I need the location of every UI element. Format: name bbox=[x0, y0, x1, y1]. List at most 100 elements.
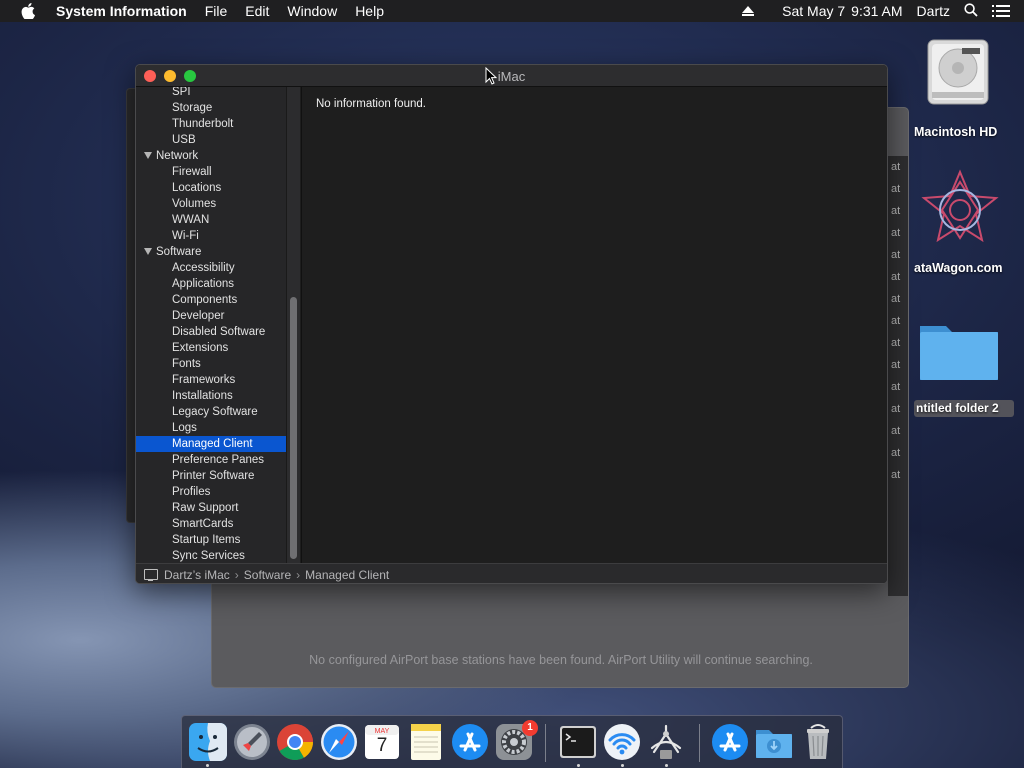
sidebar-item-installations[interactable]: Installations bbox=[136, 388, 286, 404]
notification-center-icon[interactable] bbox=[992, 5, 1010, 17]
spotlight-search-icon[interactable] bbox=[964, 2, 978, 20]
menu-user[interactable]: Dartz bbox=[917, 3, 950, 19]
sidebar-item-components[interactable]: Components bbox=[136, 292, 286, 308]
sidebar-item-smartcards[interactable]: SmartCards bbox=[136, 516, 286, 532]
sidebar-item-raw-support[interactable]: Raw Support bbox=[136, 500, 286, 516]
sidebar-item-applications[interactable]: Applications bbox=[136, 276, 286, 292]
sidebar[interactable]: SPI Storage Thunderbolt USB Network Firewall L… bbox=[136, 87, 286, 563]
disclosure-triangle-icon[interactable] bbox=[144, 152, 152, 159]
downloads-folder-icon[interactable] bbox=[754, 722, 794, 762]
desktop-label-macintosh-hd: Macintosh HD bbox=[914, 125, 998, 139]
sidebar-item-disabled-software[interactable]: Disabled Software bbox=[136, 324, 286, 340]
menu-help[interactable]: Help bbox=[355, 3, 384, 19]
sidebar-item-spi[interactable]: SPI bbox=[136, 87, 286, 100]
sidebar-item-fonts[interactable]: Fonts bbox=[136, 356, 286, 372]
sidebar-item-thunderbolt[interactable]: Thunderbolt bbox=[136, 116, 286, 132]
datawagon-logo-icon[interactable] bbox=[918, 168, 1002, 252]
sidebar-item-label: Profiles bbox=[172, 486, 211, 498]
sidebar-item-volumes[interactable]: Volumes bbox=[136, 196, 286, 212]
sidebar-item-label: Thunderbolt bbox=[172, 118, 234, 130]
sidebar-item-software[interactable]: Software bbox=[136, 244, 286, 260]
mouse-cursor-icon bbox=[485, 66, 498, 85]
sidebar-item-label: Installations bbox=[172, 390, 233, 402]
sidebar-item-usb[interactable]: USB bbox=[136, 132, 286, 148]
menu-date[interactable]: Sat May 7 bbox=[782, 3, 845, 19]
app-store-icon[interactable] bbox=[710, 722, 750, 762]
sidebar-item-label: USB bbox=[172, 134, 196, 146]
sidebar-item-firewall[interactable]: Firewall bbox=[136, 164, 286, 180]
terminal-running-dot bbox=[577, 764, 580, 767]
scrollbar-thumb[interactable] bbox=[290, 297, 297, 559]
sidebar-item-legacy-software[interactable]: Legacy Software bbox=[136, 404, 286, 420]
sidebar-item-label: Startup Items bbox=[172, 534, 241, 546]
sidebar-item-label: Frameworks bbox=[172, 374, 236, 386]
sidebar-item-label: Preference Panes bbox=[172, 454, 265, 466]
sidebar-item-label: Software bbox=[156, 246, 202, 258]
sidebar-item-label: Disabled Software bbox=[172, 326, 266, 338]
directory-utility-icon[interactable] bbox=[646, 722, 686, 762]
notification-badge: 1 bbox=[522, 720, 538, 736]
apple-menu-icon[interactable] bbox=[0, 3, 56, 19]
sidebar-item-profiles[interactable]: Profiles bbox=[136, 484, 286, 500]
disclosure-triangle-icon[interactable] bbox=[144, 248, 152, 255]
app-store-icon[interactable] bbox=[450, 722, 490, 762]
path-separator: › bbox=[234, 567, 239, 582]
hard-drive-icon[interactable] bbox=[922, 36, 994, 108]
calendar-icon[interactable]: MAY 7 bbox=[362, 722, 402, 762]
sidebar-item-storage[interactable]: Storage bbox=[136, 100, 286, 116]
sidebar-item-logs[interactable]: Logs bbox=[136, 420, 286, 436]
window-title: iMac bbox=[497, 69, 526, 84]
system-preferences-icon[interactable]: 1 bbox=[494, 720, 538, 762]
path-item[interactable]: Managed Client bbox=[305, 568, 389, 582]
sidebar-item-label: Fonts bbox=[172, 358, 201, 370]
sidebar-item-label: Wi-Fi bbox=[172, 230, 199, 242]
sidebar-item-wwan[interactable]: WWAN bbox=[136, 212, 286, 228]
menu-time[interactable]: 9:31 AM bbox=[851, 3, 902, 19]
sidebar-item-label: Printer Software bbox=[172, 470, 255, 482]
eject-icon[interactable] bbox=[742, 5, 755, 17]
calendar-month: MAY bbox=[374, 728, 390, 735]
sidebar-item-preference-panes[interactable]: Preference Panes bbox=[136, 452, 286, 468]
sidebar-scrollbar[interactable] bbox=[286, 87, 300, 563]
terminal-icon[interactable] bbox=[558, 722, 598, 762]
menu-app-name[interactable]: System Information bbox=[56, 3, 187, 19]
sidebar-item-sync-services[interactable]: Sync Services bbox=[136, 548, 286, 563]
trash-icon[interactable] bbox=[798, 722, 838, 762]
safari-icon[interactable] bbox=[319, 722, 359, 762]
sidebar-item-network[interactable]: Network bbox=[136, 148, 286, 164]
sidebar-item-startup-items[interactable]: Startup Items bbox=[136, 532, 286, 548]
sidebar-item-accessibility[interactable]: Accessibility bbox=[136, 260, 286, 276]
chrome-icon[interactable] bbox=[275, 722, 315, 762]
finder-icon[interactable] bbox=[188, 722, 228, 762]
strip-text: at bbox=[891, 205, 901, 217]
sidebar-item-extensions[interactable]: Extensions bbox=[136, 340, 286, 356]
detail-pane: No information found. bbox=[301, 87, 887, 563]
sidebar-item-wi-fi[interactable]: Wi-Fi bbox=[136, 228, 286, 244]
path-separator: › bbox=[296, 567, 301, 582]
sidebar-item-label: SPI bbox=[172, 87, 191, 98]
sidebar-item-label: Logs bbox=[172, 422, 197, 434]
sidebar-item-locations[interactable]: Locations bbox=[136, 180, 286, 196]
launchpad-icon[interactable] bbox=[232, 722, 272, 762]
sidebar-item-label: Components bbox=[172, 294, 238, 306]
strip-text: at bbox=[891, 227, 901, 239]
calendar-day: 7 bbox=[376, 735, 388, 756]
folder-icon[interactable] bbox=[918, 318, 1000, 382]
path-computer[interactable]: Dartz’s iMac bbox=[164, 568, 230, 582]
airport-utility-icon[interactable] bbox=[602, 722, 642, 762]
sidebar-item-developer[interactable]: Developer bbox=[136, 308, 286, 324]
window-titlebar[interactable]: iMac bbox=[136, 65, 887, 87]
sidebar-item-label: WWAN bbox=[172, 214, 210, 226]
dock-separator bbox=[699, 724, 700, 762]
sidebar-item-label: Volumes bbox=[172, 198, 217, 210]
notes-icon[interactable] bbox=[406, 722, 446, 762]
path-section[interactable]: Software bbox=[244, 568, 291, 582]
strip-text: at bbox=[891, 381, 901, 393]
system-information-window[interactable]: iMac SPI Storage Thunderbolt USB Network Fire… bbox=[135, 64, 888, 584]
sidebar-item-managed-client[interactable]: Managed Client bbox=[136, 436, 286, 452]
menu-window[interactable]: Window bbox=[287, 3, 337, 19]
sidebar-item-frameworks[interactable]: Frameworks bbox=[136, 372, 286, 388]
menu-file[interactable]: File bbox=[205, 3, 228, 19]
sidebar-item-printer-software[interactable]: Printer Software bbox=[136, 468, 286, 484]
menu-edit[interactable]: Edit bbox=[245, 3, 269, 19]
